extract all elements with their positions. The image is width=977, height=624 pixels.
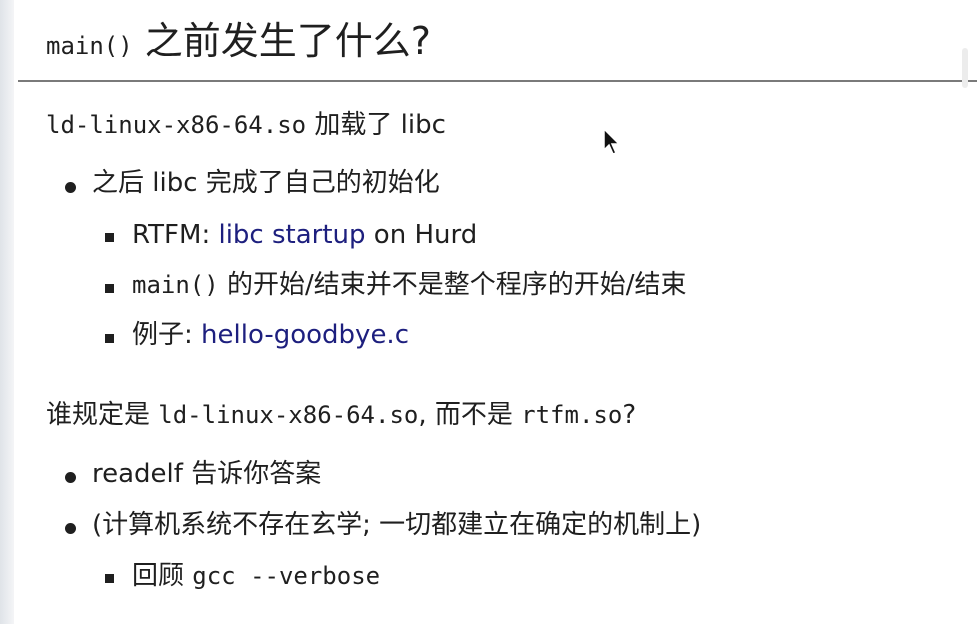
hello-goodbye-link[interactable]: hello-goodbye.c <box>201 320 409 350</box>
question-line: 谁规定是 ld-linux-x86-64.so, 而不是 rtfm.so? <box>46 400 636 431</box>
main-code: main() <box>132 271 219 299</box>
title-text: 之前发生了什么? <box>132 19 431 63</box>
sub-bullet-main: main() 的开始/结束并不是整个程序的开始/结束 <box>132 270 687 301</box>
bullet-no-magic: (计算机系统不存在玄学; 一切都建立在确定的机制上) <box>92 510 702 540</box>
rtfm-suffix: on Hurd <box>365 220 478 250</box>
question-part1: 谁规定是 <box>46 400 159 430</box>
intro-text: 加载了 libc <box>306 110 446 140</box>
bullet-disc <box>65 182 76 193</box>
mouse-pointer-icon <box>603 128 621 155</box>
bullet-readelf: readelf 告诉你答案 <box>92 459 322 489</box>
question-code1: ld-linux-x86-64.so <box>158 401 419 429</box>
example-prefix: 例子: <box>132 320 202 350</box>
sub-bullet-square <box>105 334 114 343</box>
slide-title: main() 之前发生了什么? <box>46 19 431 65</box>
scroll-marker <box>962 48 968 88</box>
question-part3: ? <box>622 400 637 430</box>
question-part2: , 而不是 <box>418 400 522 430</box>
question-code2: rtfm.so <box>521 401 623 429</box>
slide: main() 之前发生了什么? ld-linux-x86-64.so 加载了 l… <box>14 0 977 624</box>
gcc-prefix: 回顾 <box>132 561 193 591</box>
intro-code: ld-linux-x86-64.so <box>46 111 307 139</box>
title-divider <box>18 80 977 82</box>
bullet-libc-init: 之后 libc 完成了自己的初始化 <box>92 168 440 198</box>
rtfm-prefix: RTFM: <box>132 220 219 250</box>
bullet-disc <box>65 523 76 534</box>
libc-startup-link[interactable]: libc startup <box>218 220 365 250</box>
main-text: 的开始/结束并不是整个程序的开始/结束 <box>218 270 687 300</box>
sub-bullet-rtfm: RTFM: libc startup on Hurd <box>132 220 477 251</box>
sub-bullet-example: 例子: hello-goodbye.c <box>132 320 409 351</box>
bullet-disc <box>65 472 76 483</box>
sub-bullet-square <box>105 284 114 293</box>
intro-line: ld-linux-x86-64.so 加载了 libc <box>46 110 446 141</box>
gcc-code: gcc --verbose <box>192 562 381 590</box>
title-code: main() <box>46 32 133 60</box>
left-panel-edge <box>0 0 14 624</box>
sub-bullet-square <box>105 233 114 242</box>
sub-bullet-gcc: 回顾 gcc --verbose <box>132 561 380 592</box>
sub-bullet-square <box>105 574 114 583</box>
